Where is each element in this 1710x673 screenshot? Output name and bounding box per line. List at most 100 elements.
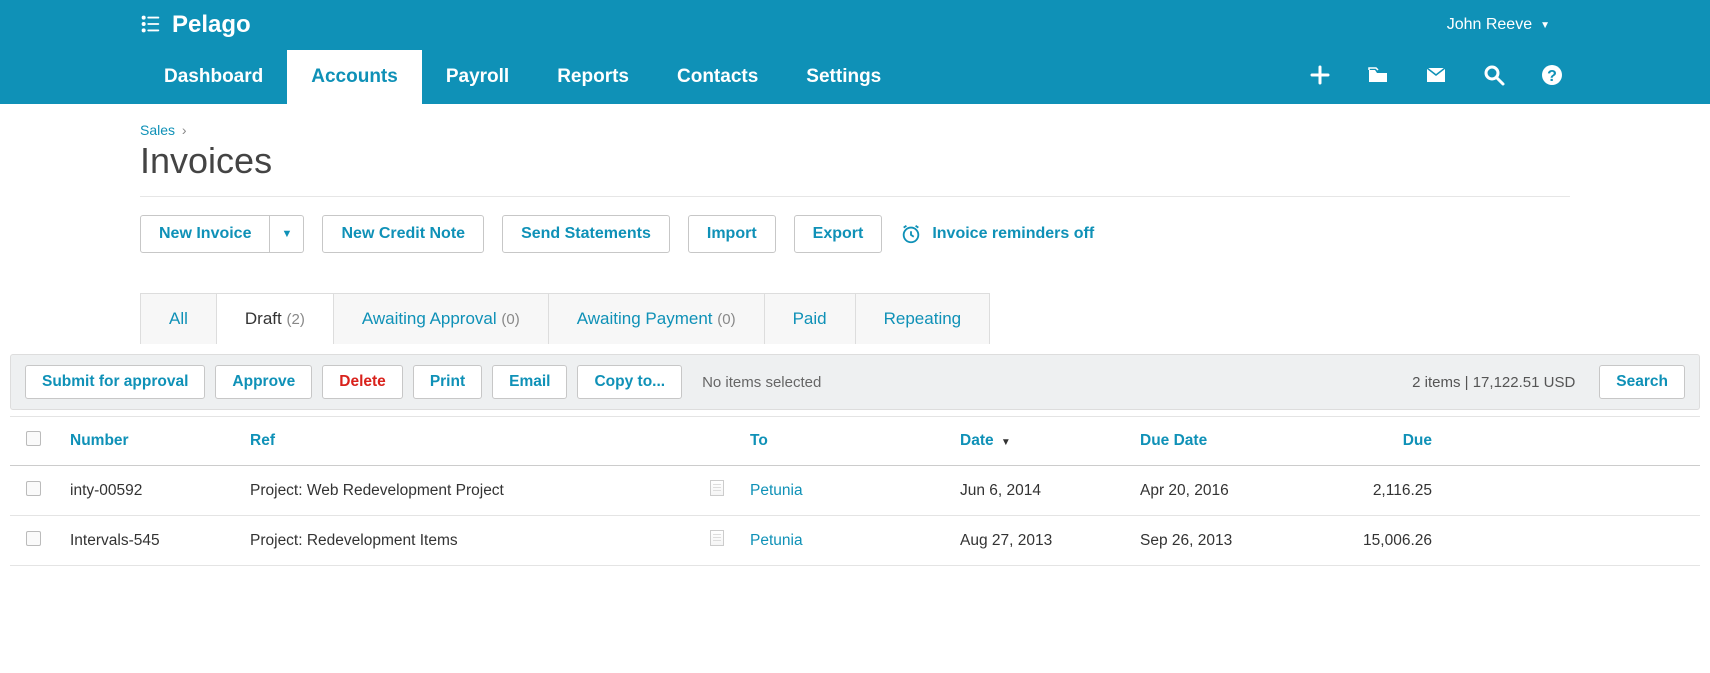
plus-icon[interactable] bbox=[1308, 63, 1332, 90]
invoice-table: Number Ref To Date ▼ Due Date Due inty-0… bbox=[10, 416, 1700, 566]
menu-icon[interactable] bbox=[140, 13, 162, 38]
breadcrumb: Sales › bbox=[140, 122, 1570, 138]
subtab-label: All bbox=[169, 309, 188, 328]
items-summary: 2 items | 17,122.51 USD bbox=[1412, 374, 1575, 391]
subtab-repeating[interactable]: Repeating bbox=[856, 293, 991, 344]
logo-wrap: Pelago bbox=[140, 11, 251, 39]
new-invoice-split: New Invoice ▼ bbox=[140, 215, 304, 253]
note-icon bbox=[710, 480, 724, 496]
clock-icon bbox=[900, 223, 922, 245]
cell-note[interactable] bbox=[696, 466, 736, 516]
navbar: Dashboard Accounts Payroll Reports Conta… bbox=[0, 50, 1710, 104]
cell-number: Intervals-545 bbox=[56, 516, 236, 566]
cell-ref: Project: Redevelopment Items bbox=[236, 516, 696, 566]
selection-status: No items selected bbox=[702, 374, 821, 391]
subtab-label: Awaiting Payment bbox=[577, 309, 713, 328]
email-button[interactable]: Email bbox=[492, 365, 567, 399]
folder-icon[interactable] bbox=[1366, 63, 1390, 90]
breadcrumb-parent[interactable]: Sales bbox=[140, 122, 175, 138]
delete-button[interactable]: Delete bbox=[322, 365, 403, 399]
subtab-label: Paid bbox=[793, 309, 827, 328]
nav-tab-contacts[interactable]: Contacts bbox=[653, 50, 782, 104]
cell-number: inty-00592 bbox=[56, 466, 236, 516]
select-all-header[interactable] bbox=[10, 417, 56, 466]
subtab-paid[interactable]: Paid bbox=[765, 293, 856, 344]
import-button[interactable]: Import bbox=[688, 215, 776, 253]
new-invoice-dropdown[interactable]: ▼ bbox=[270, 215, 304, 253]
cell-note[interactable] bbox=[696, 516, 736, 566]
nav-tab-settings[interactable]: Settings bbox=[782, 50, 905, 104]
toolbar: Submit for approval Approve Delete Print… bbox=[10, 354, 1700, 410]
cell-to[interactable]: Petunia bbox=[736, 466, 946, 516]
subtab-awaiting-approval[interactable]: Awaiting Approval (0) bbox=[334, 293, 549, 344]
column-ref[interactable]: Ref bbox=[236, 417, 696, 466]
cell-date: Aug 27, 2013 bbox=[946, 516, 1126, 566]
subtabs: All Draft (2) Awaiting Approval (0) Awai… bbox=[140, 293, 1570, 344]
subtab-awaiting-payment[interactable]: Awaiting Payment (0) bbox=[549, 293, 765, 344]
column-label: Date bbox=[960, 432, 994, 449]
app-name[interactable]: Pelago bbox=[172, 11, 251, 39]
nav-tabs: Dashboard Accounts Payroll Reports Conta… bbox=[140, 50, 905, 104]
subtab-all[interactable]: All bbox=[140, 293, 217, 344]
table-row[interactable]: inty-00592 Project: Web Redevelopment Pr… bbox=[10, 466, 1700, 516]
approve-button[interactable]: Approve bbox=[215, 365, 312, 399]
user-menu[interactable]: John Reeve ▼ bbox=[1447, 16, 1690, 34]
send-statements-button[interactable]: Send Statements bbox=[502, 215, 670, 253]
cell-due: 2,116.25 bbox=[1296, 466, 1446, 516]
table-section: Submit for approval Approve Delete Print… bbox=[0, 354, 1710, 566]
cell-due: 15,006.26 bbox=[1296, 516, 1446, 566]
column-due[interactable]: Due bbox=[1296, 417, 1446, 466]
column-due-date[interactable]: Due Date bbox=[1126, 417, 1296, 466]
new-invoice-button[interactable]: New Invoice bbox=[140, 215, 270, 253]
caret-down-icon: ▼ bbox=[1540, 20, 1550, 31]
subtab-label: Draft bbox=[245, 309, 282, 328]
breadcrumb-separator: › bbox=[182, 122, 187, 138]
checkbox-icon[interactable] bbox=[26, 431, 41, 446]
cell-date: Jun 6, 2014 bbox=[946, 466, 1126, 516]
subtab-draft[interactable]: Draft (2) bbox=[217, 293, 334, 344]
topbar: Pelago John Reeve ▼ bbox=[0, 0, 1710, 50]
submit-for-approval-button[interactable]: Submit for approval bbox=[25, 365, 205, 399]
column-to[interactable]: To bbox=[736, 417, 946, 466]
subtab-label: Repeating bbox=[884, 309, 962, 328]
subtab-count: (0) bbox=[501, 311, 519, 328]
table-row[interactable]: Intervals-545 Project: Redevelopment Ite… bbox=[10, 516, 1700, 566]
note-icon bbox=[710, 530, 724, 546]
nav-tab-accounts[interactable]: Accounts bbox=[287, 50, 422, 104]
cell-ref: Project: Web Redevelopment Project bbox=[236, 466, 696, 516]
print-button[interactable]: Print bbox=[413, 365, 482, 399]
nav-tab-dashboard[interactable]: Dashboard bbox=[140, 50, 287, 104]
cell-due-date: Sep 26, 2013 bbox=[1126, 516, 1296, 566]
mail-icon[interactable] bbox=[1424, 63, 1448, 90]
nav-tab-payroll[interactable]: Payroll bbox=[422, 50, 533, 104]
copy-to-button[interactable]: Copy to... bbox=[577, 365, 682, 399]
table-header-row: Number Ref To Date ▼ Due Date Due bbox=[10, 417, 1700, 466]
nav-icons: ? bbox=[1308, 63, 1570, 104]
column-padding bbox=[1446, 417, 1700, 466]
user-name: John Reeve bbox=[1447, 16, 1532, 34]
content: Sales › Invoices New Invoice ▼ New Credi… bbox=[0, 104, 1710, 344]
row-checkbox[interactable] bbox=[26, 531, 41, 546]
row-checkbox[interactable] bbox=[26, 481, 41, 496]
subtab-label: Awaiting Approval bbox=[362, 309, 497, 328]
new-credit-note-button[interactable]: New Credit Note bbox=[322, 215, 484, 253]
column-date[interactable]: Date ▼ bbox=[946, 417, 1126, 466]
nav-tab-reports[interactable]: Reports bbox=[533, 50, 653, 104]
search-icon[interactable] bbox=[1482, 63, 1506, 90]
divider bbox=[140, 196, 1570, 197]
reminder-label: Invoice reminders off bbox=[932, 225, 1094, 243]
search-button[interactable]: Search bbox=[1599, 365, 1685, 399]
subtab-count: (2) bbox=[286, 311, 304, 328]
svg-text:?: ? bbox=[1547, 68, 1557, 85]
subtab-count: (0) bbox=[717, 311, 735, 328]
invoice-reminders-toggle[interactable]: Invoice reminders off bbox=[900, 223, 1094, 245]
action-row: New Invoice ▼ New Credit Note Send State… bbox=[140, 215, 1570, 253]
column-number[interactable]: Number bbox=[56, 417, 236, 466]
help-icon[interactable]: ? bbox=[1540, 63, 1564, 90]
column-note bbox=[696, 417, 736, 466]
cell-due-date: Apr 20, 2016 bbox=[1126, 466, 1296, 516]
sort-desc-icon: ▼ bbox=[1001, 437, 1011, 448]
export-button[interactable]: Export bbox=[794, 215, 883, 253]
page-title: Invoices bbox=[140, 140, 1570, 182]
cell-to[interactable]: Petunia bbox=[736, 516, 946, 566]
